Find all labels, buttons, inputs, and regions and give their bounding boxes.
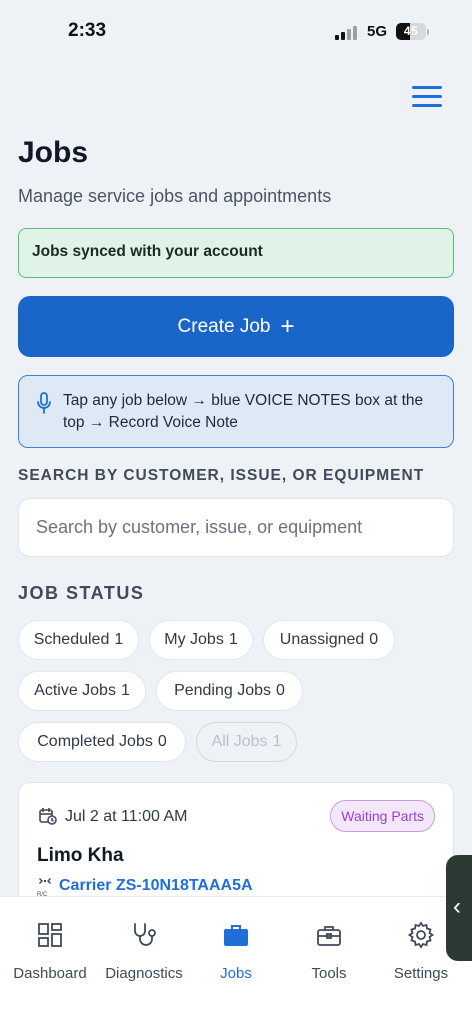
filter-chip-unassigned[interactable]: Unassigned 0 [263,620,395,660]
filter-chip-pending-jobs[interactable]: Pending Jobs 0 [156,671,303,711]
tab-diagnostics[interactable]: Diagnostics [98,897,190,997]
filter-chip-my-jobs[interactable]: My Jobs 1 [149,620,253,660]
cellular-signal-icon [335,26,359,40]
customer-name: Limo Kha [37,845,124,866]
page-subtitle: Manage service jobs and appointments [18,186,332,206]
search-label: SEARCH BY CUSTOMER, ISSUE, OR EQUIPMENT [18,467,425,484]
voice-tip-text: Tap any job below → blue VOICE NOTES box… [63,392,424,431]
filter-chip-scheduled[interactable]: Scheduled 1 [18,620,139,660]
briefcase-icon [224,925,248,946]
microphone-icon [37,392,51,414]
create-job-button[interactable]: Create Job + [18,296,454,357]
toolbox-icon [317,926,341,946]
voice-notes-tip: Tap any job below → blue VOICE NOTES box… [18,375,454,448]
network-type: 5G [367,23,388,40]
hamburger-menu-icon[interactable] [412,86,444,108]
filter-chip-completed-jobs[interactable]: Completed Jobs 0 [18,722,186,762]
job-status-heading: JOB STATUS [18,583,145,603]
gear-icon [407,921,435,949]
job-date: Jul 2 at 11:00 AM [65,808,188,825]
tab-tools[interactable]: Tools [296,897,362,997]
bottom-tab-bar: Dashboard Diagnostics Jobs Tools Setting… [0,896,472,1024]
filter-chip-active-jobs[interactable]: Active Jobs 1 [18,671,146,711]
filter-chip-all-jobs[interactable]: All Jobs 1 [196,722,297,762]
status-time: 2:33 [68,20,107,41]
equipment-link[interactable]: Carrier ZS-10N18TAAA5A [59,877,253,895]
chevron-left-icon: ‹ [453,893,461,920]
status-bar: 2:33 5G 45 [0,0,472,60]
calendar-clock-icon [39,808,57,825]
search-input[interactable] [18,498,454,557]
page-title: Jobs [18,136,89,169]
sync-status-banner: Jobs synced with your account [18,228,454,278]
dashboard-grid-icon [38,923,62,947]
status-badge: Waiting Parts [330,800,435,832]
stethoscope-icon [134,923,156,946]
tab-jobs[interactable]: Jobs [206,897,266,997]
tab-dashboard[interactable]: Dashboard [8,897,92,997]
battery-percent: 45 [403,24,419,38]
side-panel-handle[interactable]: ‹ [446,855,472,961]
plus-icon: + [280,312,295,340]
battery-icon: 45 [396,23,426,40]
create-job-label: Create Job [177,315,271,337]
hvac-unit-icon: R/C [37,878,51,897]
